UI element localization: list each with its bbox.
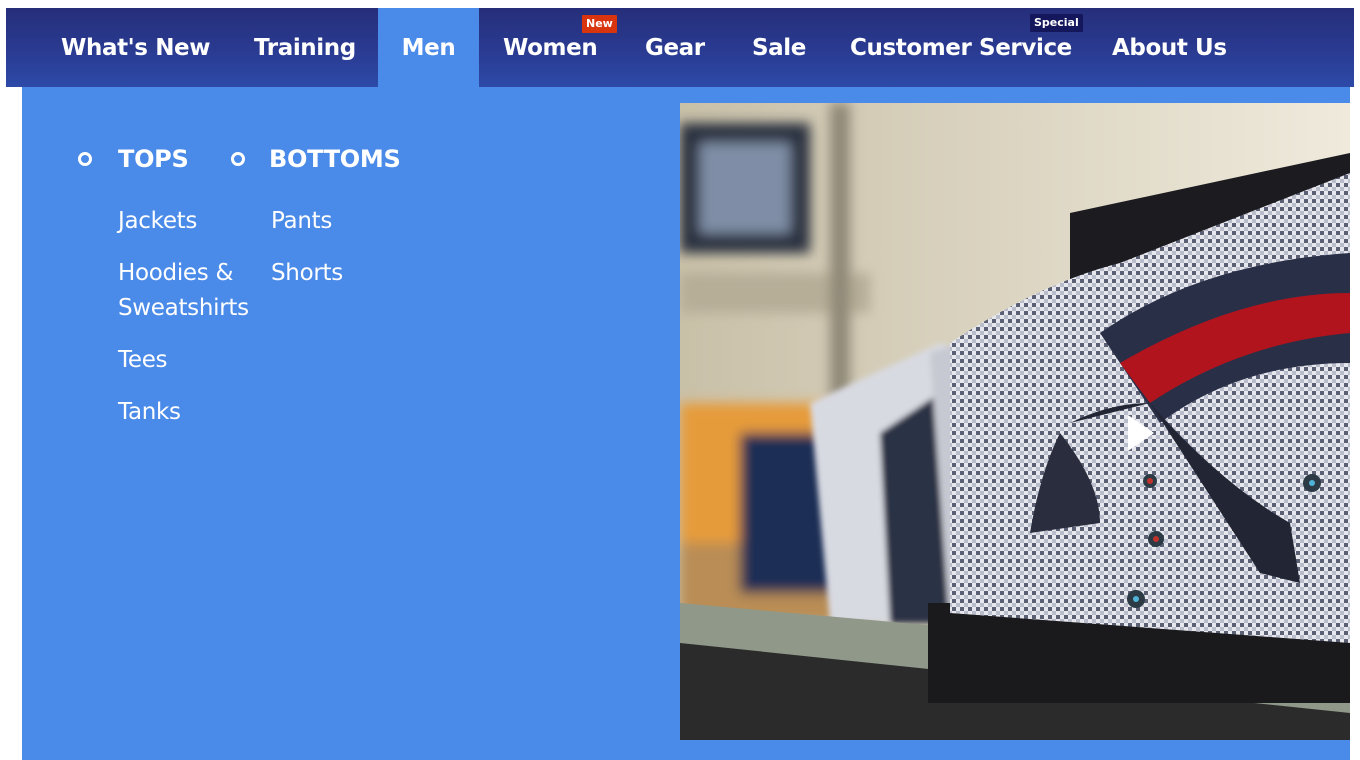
column-heading-label: TOPS: [118, 145, 189, 173]
nav-item-label: Men: [401, 34, 456, 61]
shirts-photo: [680, 103, 1350, 740]
bullet-icon: [78, 152, 92, 166]
link-tees[interactable]: Tees: [118, 343, 168, 378]
nav-item-men[interactable]: Men: [378, 8, 479, 87]
main-navigation: What's New Training Men Women New Gear S…: [6, 8, 1354, 87]
nav-item-whats-new[interactable]: What's New: [61, 8, 211, 87]
nav-item-label: What's New: [61, 34, 211, 61]
nav-item-label: Sale: [752, 34, 806, 61]
play-icon[interactable]: [1126, 413, 1156, 453]
new-badge: New: [582, 15, 617, 33]
nav-item-label: Gear: [645, 34, 705, 61]
link-jackets[interactable]: Jackets: [118, 204, 197, 239]
nav-item-training[interactable]: Training: [254, 8, 356, 87]
link-hoodies-sweatshirts[interactable]: Hoodies & Sweatshirts: [118, 256, 263, 326]
nav-item-label: Customer Service: [850, 34, 1072, 61]
bottoms-heading[interactable]: BOTTOMS: [231, 145, 401, 173]
column-heading-label: BOTTOMS: [269, 145, 401, 173]
tops-heading[interactable]: TOPS: [78, 145, 189, 173]
nav-item-about-us[interactable]: About Us: [1112, 8, 1227, 87]
special-badge: Special: [1030, 14, 1083, 32]
link-shorts[interactable]: Shorts: [271, 256, 343, 291]
nav-item-label: About Us: [1112, 34, 1227, 61]
link-tanks[interactable]: Tanks: [118, 395, 181, 430]
nav-item-label: Training: [254, 34, 356, 61]
promo-image[interactable]: [680, 103, 1350, 740]
bullet-icon: [231, 152, 245, 166]
nav-item-sale[interactable]: Sale: [752, 8, 806, 87]
link-pants[interactable]: Pants: [271, 204, 332, 239]
nav-item-label: Women: [503, 34, 598, 61]
nav-item-gear[interactable]: Gear: [645, 8, 705, 87]
